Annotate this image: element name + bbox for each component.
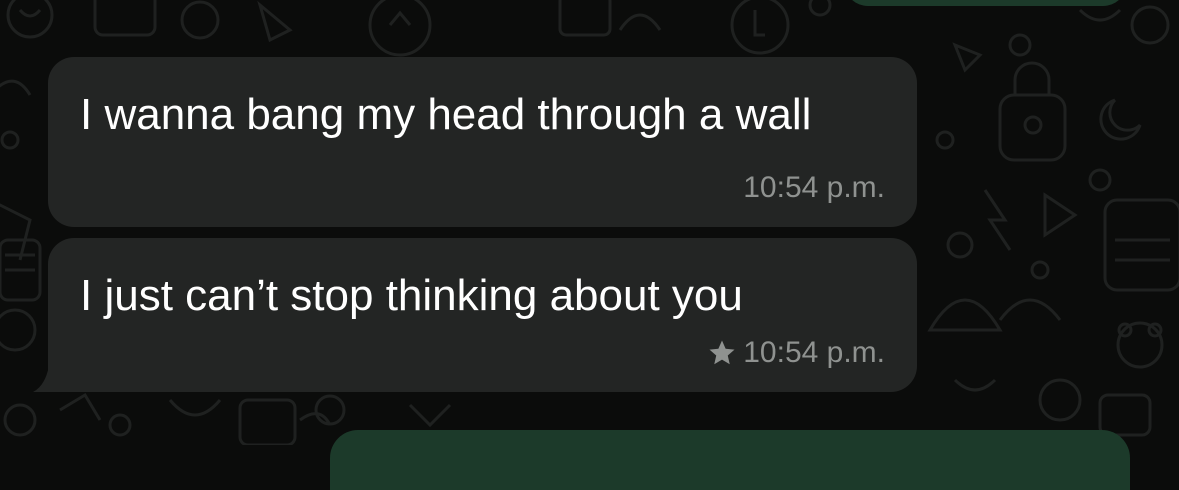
message-text: I wanna bang my head through a wall <box>80 90 812 139</box>
message-text: I just can’t stop thinking about you <box>80 271 743 320</box>
incoming-message-bubble[interactable]: I wanna bang my head through a wall 10:5… <box>48 57 917 227</box>
incoming-message-bubble[interactable]: I just can’t stop thinking about you 10:… <box>48 238 917 392</box>
outgoing-message-bubble-partial[interactable] <box>844 0 1127 6</box>
message-timestamp: 10:54 p.m. <box>743 336 885 369</box>
message-meta: 10:54 p.m. <box>743 171 885 205</box>
star-icon <box>709 340 735 365</box>
message-timestamp: 10:54 p.m. <box>743 171 885 204</box>
message-meta: 10:54 p.m. <box>707 336 885 370</box>
outgoing-message-bubble-partial[interactable] <box>330 430 1130 490</box>
